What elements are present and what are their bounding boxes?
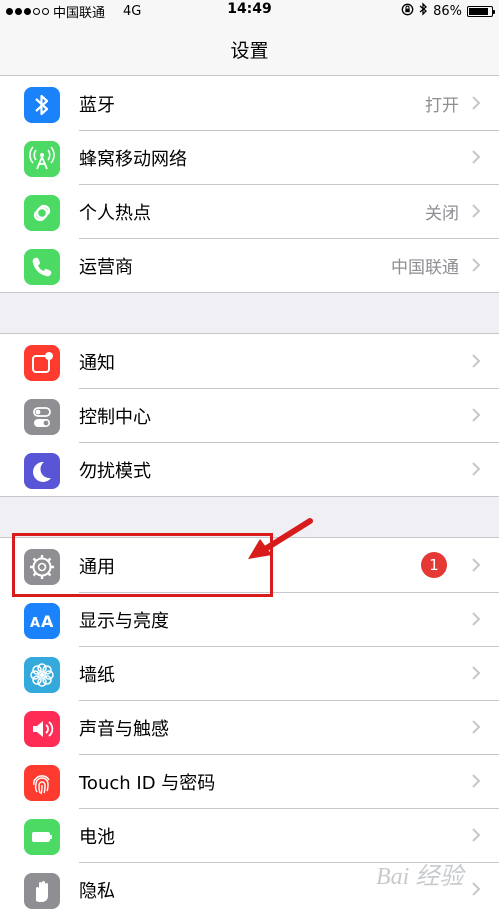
settings-group-notifications: 通知 控制中心 勿扰模式 <box>0 333 499 497</box>
chevron-right-icon <box>472 720 481 734</box>
control-center-icon <box>24 399 60 435</box>
phone-icon <box>24 249 60 285</box>
svg-text:Bai 经验: Bai 经验 <box>376 863 466 890</box>
speaker-icon <box>24 711 60 747</box>
row-label: 蜂窝移动网络 <box>79 149 187 170</box>
orientation-lock-icon <box>401 3 414 20</box>
row-sounds-haptics[interactable]: 声音与触感 <box>0 700 499 754</box>
bluetooth-status-icon <box>419 2 428 20</box>
row-label: 显示与亮度 <box>79 611 169 632</box>
row-label: 个人热点 <box>79 203 151 224</box>
row-label: 通知 <box>79 353 115 374</box>
row-label: 墙纸 <box>79 665 115 686</box>
hotspot-link-icon <box>24 195 60 231</box>
chevron-right-icon <box>472 150 481 164</box>
battery-percent: 86% <box>433 3 462 19</box>
row-personal-hotspot[interactable]: 个人热点 关闭 <box>0 184 499 238</box>
svg-text:A: A <box>30 616 40 631</box>
moon-icon <box>24 453 60 489</box>
chevron-right-icon <box>472 828 481 842</box>
row-label: 勿扰模式 <box>79 461 151 482</box>
annotation-arrow-icon <box>248 518 313 559</box>
chevron-right-icon <box>472 666 481 680</box>
update-badge: 1 <box>421 552 447 578</box>
status-bar: 中国联通 4G 14:49 86% <box>0 0 499 22</box>
row-label: Touch ID 与密码 <box>79 773 216 794</box>
svg-text:A: A <box>41 612 54 631</box>
hand-icon <box>24 873 60 909</box>
row-value: 打开 <box>425 96 459 116</box>
row-do-not-disturb[interactable]: 勿扰模式 <box>0 442 499 496</box>
row-notifications[interactable]: 通知 <box>0 334 499 388</box>
chevron-right-icon <box>472 774 481 788</box>
row-label: 控制中心 <box>79 407 151 428</box>
row-carrier[interactable]: 运营商 中国联通 <box>0 238 499 292</box>
chevron-right-icon <box>472 408 481 422</box>
status-right: 86% <box>401 2 495 20</box>
row-label: 运营商 <box>79 257 133 278</box>
row-bluetooth[interactable]: 蓝牙 打开 <box>0 76 499 130</box>
row-touch-id-passcode[interactable]: Touch ID 与密码 <box>0 754 499 808</box>
row-value: 中国联通 <box>391 258 459 278</box>
row-cellular[interactable]: 蜂窝移动网络 <box>0 130 499 184</box>
row-label: 蓝牙 <box>79 95 115 116</box>
row-control-center[interactable]: 控制中心 <box>0 388 499 442</box>
chevron-right-icon <box>472 462 481 476</box>
row-label: 隐私 <box>79 881 115 902</box>
chevron-right-icon <box>472 258 481 272</box>
page-title: 设置 <box>230 40 269 62</box>
row-wallpaper[interactable]: 墙纸 <box>0 646 499 700</box>
bluetooth-icon <box>24 87 60 123</box>
watermark-logo: Bai 经验 <box>376 863 466 890</box>
chevron-right-icon <box>472 96 481 110</box>
battery-indicator-icon <box>467 5 495 17</box>
row-display-brightness[interactable]: AA 显示与亮度 <box>0 592 499 646</box>
chevron-right-icon <box>472 612 481 626</box>
display-aa-icon: AA <box>24 603 60 639</box>
fingerprint-icon <box>24 765 60 801</box>
chevron-right-icon <box>472 354 481 368</box>
row-label: 电池 <box>79 827 115 848</box>
chevron-right-icon <box>472 558 481 572</box>
row-value: 关闭 <box>425 204 459 224</box>
row-label: 声音与触感 <box>79 719 169 740</box>
battery-icon <box>24 819 60 855</box>
settings-group-connectivity: 蓝牙 打开 蜂窝移动网络 个人热点 关闭 运营商 中国联通 <box>0 75 499 293</box>
wallpaper-flower-icon <box>24 657 60 693</box>
notifications-icon <box>24 345 60 381</box>
annotation-highlight-box <box>12 533 273 597</box>
cellular-antenna-icon <box>24 141 60 177</box>
navigation-bar: 设置 <box>0 22 499 76</box>
chevron-right-icon <box>472 204 481 218</box>
